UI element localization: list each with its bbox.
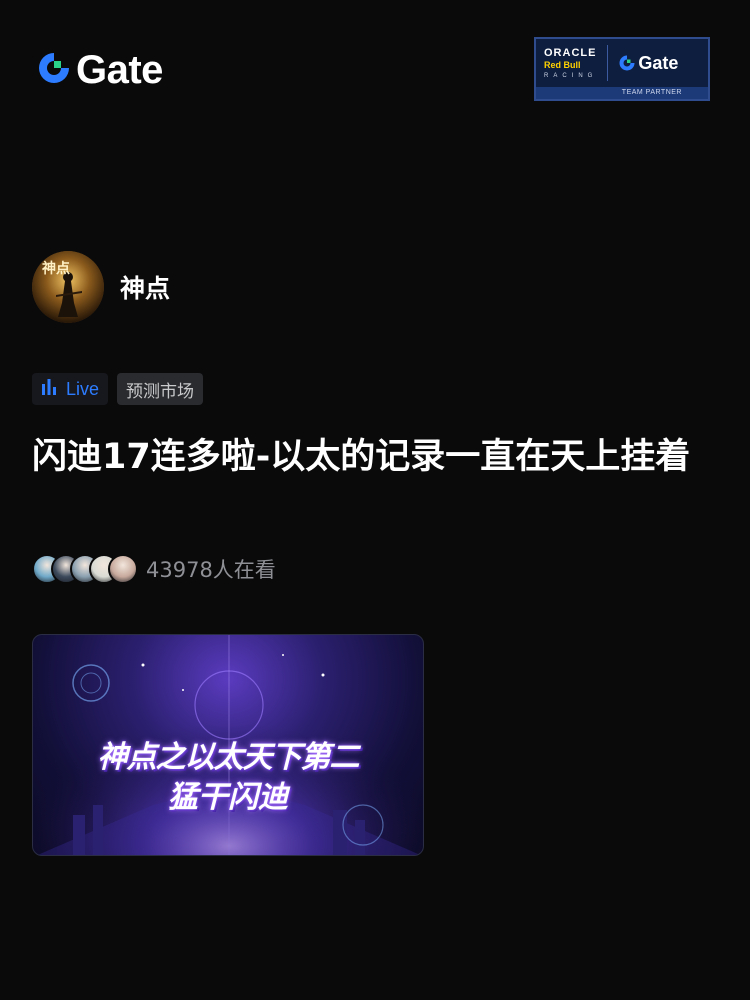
warrior-avatar-icon: 神点 [32, 251, 104, 323]
live-cover-image[interactable]: 神点之以太天下第二 猛干闪迪 [32, 634, 424, 856]
svg-text:神点: 神点 [42, 260, 70, 277]
author-avatar[interactable]: 神点 [32, 251, 104, 323]
live-bars-icon [40, 378, 58, 400]
post-tags: Live 预测市场 [32, 373, 204, 405]
viewer-summary: 43978人在看 [32, 554, 276, 584]
badge-caption: TEAM PARTNER [536, 87, 708, 99]
cover-headline: 神点之以太天下第二 [97, 740, 360, 775]
author-row[interactable]: 神点 神点 [32, 251, 170, 323]
viewer-avatar [108, 554, 138, 584]
gate-logo-icon [619, 55, 635, 71]
viewer-count: 43978人在看 [146, 558, 276, 582]
gate-wordmark: Gate [76, 48, 163, 92]
team-partner-badge: ORACLE Red Bull RACING Gate TEAM PARTNER [534, 37, 710, 101]
badge-gate-logo: Gate [618, 53, 678, 74]
live-tag[interactable]: Live [32, 373, 109, 405]
racing-team-logo: ORACLE Red Bull RACING [544, 46, 598, 79]
viewer-avatars [32, 554, 138, 584]
author-name[interactable]: 神点 [120, 269, 170, 305]
badge-divider [607, 45, 609, 81]
category-tag[interactable]: 预测市场 [117, 373, 204, 405]
live-label: Live [66, 378, 100, 399]
post-title: 闪迪17连多啦-以太的记录一直在天上挂着 [32, 437, 691, 477]
gate-logo-icon [36, 50, 72, 90]
gate-logo[interactable]: Gate [36, 50, 163, 90]
category-label: 预测市场 [126, 381, 195, 402]
cover-subheadline: 猛干闪迪 [168, 780, 288, 815]
